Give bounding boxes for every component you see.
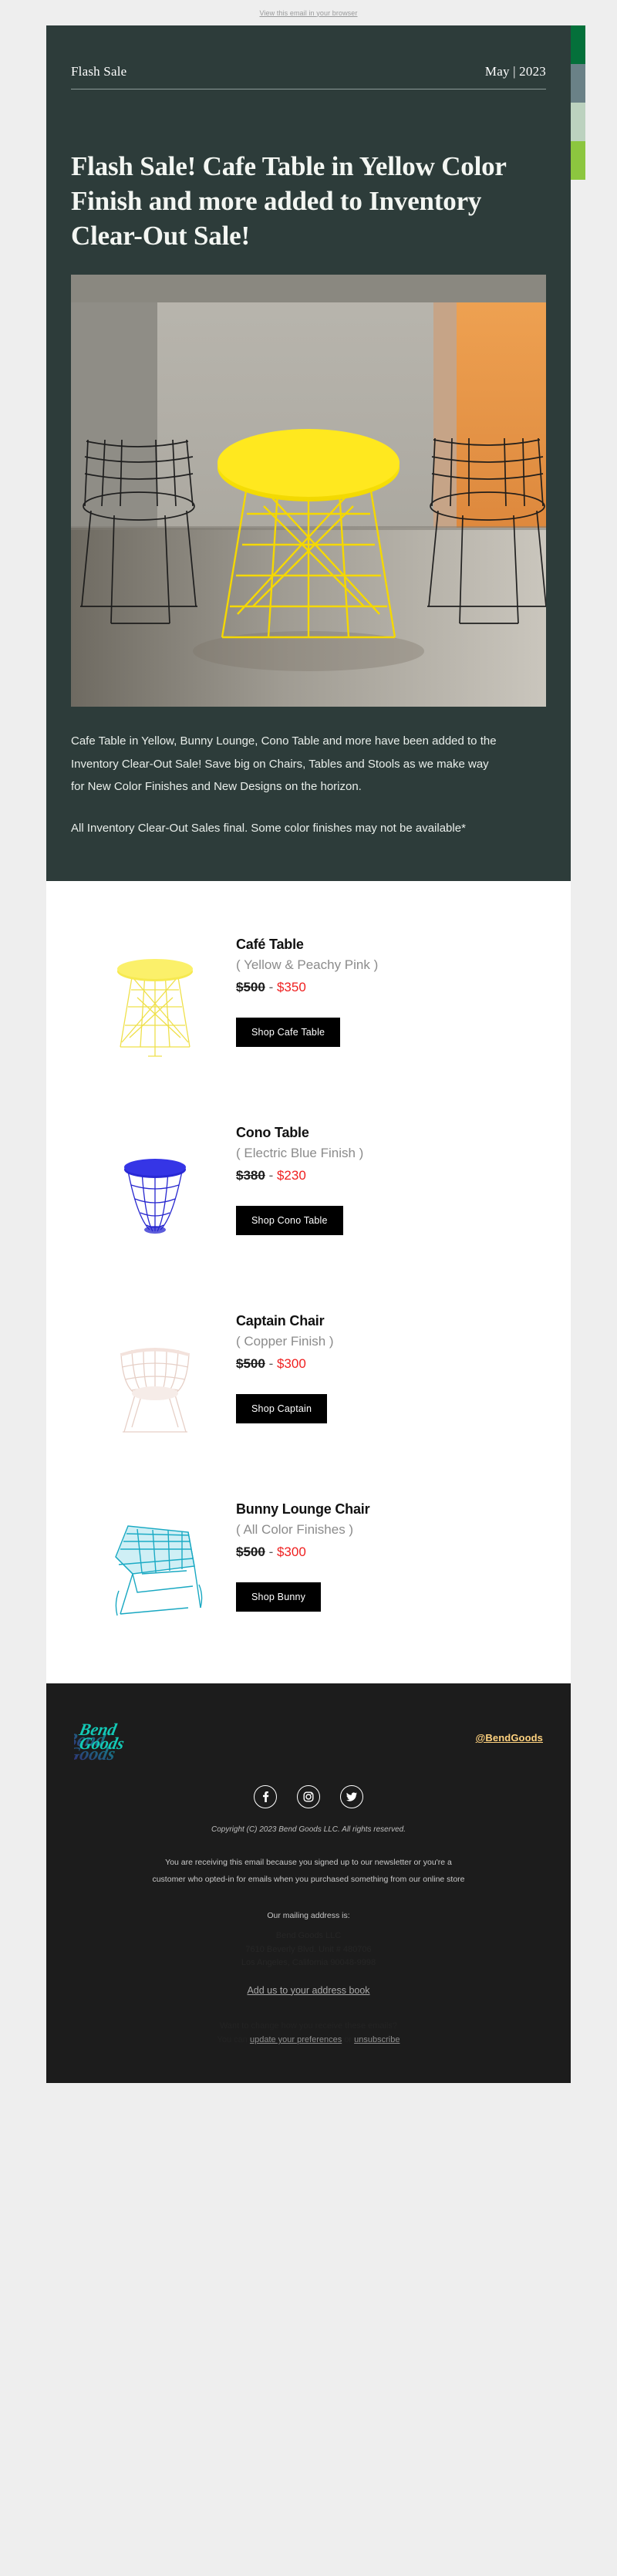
address-line-3: Los Angeles, California 90048-9998 <box>241 1957 376 1967</box>
hero-date-label: May | 2023 <box>484 64 546 79</box>
email-body: Flash Sale May | 2023 Flash Sale! Cafe T… <box>46 25 585 2083</box>
product-title: Cono Table <box>236 1125 309 1141</box>
hero-image[interactable] <box>71 275 546 707</box>
price-separator: - <box>268 980 274 995</box>
hero-paragraph-1: Cafe Table in Yellow, Bunny Lounge, Cono… <box>71 734 497 793</box>
price-sale: $300 <box>276 1545 306 1560</box>
footer-top-row: Bend Goods Bend Goods @BendGoods <box>74 1710 543 1765</box>
product-image-bunny-lounge-chair[interactable] <box>74 1486 236 1640</box>
hero-header-bar: Flash Sale May | 2023 <box>46 25 571 79</box>
price-original: $500 <box>236 1545 265 1560</box>
product-image-cono-table[interactable] <box>74 1109 236 1264</box>
product-list: Café Table ( Yellow & Peachy Pink ) $500… <box>46 881 571 1684</box>
hero-paragraph-2: All Inventory Clear-Out Sales final. Som… <box>71 822 466 836</box>
shop-cono-table-button[interactable]: Shop Cono Table <box>236 1205 343 1235</box>
product-info-captain-chair: Captain Chair ( Copper Finish ) $500 - $… <box>236 1298 543 1423</box>
price-sale: $300 <box>276 1356 306 1372</box>
price-original: $380 <box>236 1168 265 1183</box>
add-to-address-book-link[interactable]: Add us to your address book <box>74 1985 543 1996</box>
address-line-2: 7610 Beverly Blvd. Unit # 480706 <box>245 1944 372 1954</box>
product-title: Captain Chair <box>236 1313 325 1329</box>
hero-headline: Flash Sale! Cafe Table in Yellow Color F… <box>71 151 507 251</box>
hero-copy: Cafe Table in Yellow, Bunny Lounge, Cono… <box>46 707 571 839</box>
preferences-conjunction: or <box>342 2035 355 2045</box>
product-finish: ( Yellow & Peachy Pink ) <box>236 957 379 972</box>
preheader-bar: View this email in your browser <box>0 0 617 25</box>
product-title: Café Table <box>236 937 304 953</box>
unsubscribe-link[interactable]: unsubscribe <box>354 2035 400 2044</box>
product-row-captain-chair: Captain Chair ( Copper Finish ) $500 - $… <box>46 1281 571 1469</box>
social-handle-link[interactable]: @BendGoods <box>476 1732 543 1744</box>
product-row-bunny-lounge-chair: Bunny Lounge Chair ( All Color Finishes … <box>46 1469 571 1657</box>
shop-cafe-table-button[interactable]: Shop Cafe Table <box>236 1017 341 1047</box>
copyright-text: Copyright (C) 2023 Bend Goods LLC. All r… <box>211 1825 406 1835</box>
product-info-bunny-lounge-chair: Bunny Lounge Chair ( All Color Finishes … <box>236 1486 543 1612</box>
product-finish: ( All Color Finishes ) <box>236 1521 354 1537</box>
instagram-icon[interactable] <box>297 1785 320 1809</box>
product-image-cafe-table[interactable] <box>74 921 236 1075</box>
twitter-icon[interactable] <box>340 1785 363 1809</box>
facebook-icon[interactable] <box>254 1785 277 1809</box>
hero-image-wrapper <box>46 275 571 707</box>
address-line-1: Bend Goods LLC <box>275 1931 342 1941</box>
view-in-browser-link[interactable]: View this email in your browser <box>260 9 358 17</box>
price-separator: - <box>268 1356 274 1372</box>
product-row-cono-table: Cono Table ( Electric Blue Finish ) $380… <box>46 1092 571 1281</box>
page-bottom-spacer <box>0 2083 617 2106</box>
swatch-sage <box>571 103 585 141</box>
shop-captain-button[interactable]: Shop Captain <box>236 1393 328 1423</box>
product-row-cafe-table: Café Table ( Yellow & Peachy Pink ) $500… <box>46 904 571 1092</box>
product-price: $500 - $350 <box>236 977 543 998</box>
optin-line-1: You are receiving this email because you… <box>165 1858 452 1868</box>
product-info-cafe-table: Café Table ( Yellow & Peachy Pink ) $500… <box>236 921 543 1047</box>
product-finish: ( Electric Blue Finish ) <box>236 1145 364 1160</box>
product-price: $380 - $230 <box>236 1166 543 1186</box>
product-info-cono-table: Cono Table ( Electric Blue Finish ) $380… <box>236 1109 543 1235</box>
swatch-lime <box>571 141 585 180</box>
swatch-slate <box>571 64 585 103</box>
price-original: $500 <box>236 980 265 995</box>
product-image-captain-chair[interactable] <box>74 1298 236 1452</box>
preferences-block: Want to change how you receive these ema… <box>74 2019 543 2048</box>
mailing-address: Bend Goods LLC 7610 Beverly Blvd. Unit #… <box>74 1929 543 1969</box>
footer: Bend Goods Bend Goods @BendGoods Copyrig… <box>46 1683 571 2083</box>
price-separator: - <box>268 1168 274 1183</box>
mailing-address-label: Our mailing address is: <box>267 1911 350 1921</box>
price-sale: $350 <box>276 980 306 995</box>
shop-bunny-button[interactable]: Shop Bunny <box>236 1582 322 1612</box>
bend-goods-logo[interactable]: Bend Goods Bend Goods <box>74 1712 165 1764</box>
optin-notice: You are receiving this email because you… <box>74 1854 543 1888</box>
hero-section: Flash Sale May | 2023 Flash Sale! Cafe T… <box>46 25 585 882</box>
preferences-question: Want to change how you receive these ema… <box>219 2021 398 2031</box>
product-finish: ( Copper Finish ) <box>236 1333 334 1349</box>
price-separator: - <box>268 1545 274 1560</box>
color-swatch-strip <box>571 25 585 180</box>
product-price: $500 - $300 <box>236 1542 543 1562</box>
social-icon-row <box>74 1785 543 1809</box>
preferences-prefix: You can <box>217 2035 250 2045</box>
hero-brand-label: Flash Sale <box>71 64 127 79</box>
update-preferences-link[interactable]: update your preferences <box>250 2035 342 2044</box>
hero-bottom-spacer <box>46 839 571 879</box>
swatch-dark-green <box>571 25 585 64</box>
price-sale: $230 <box>276 1168 306 1183</box>
optin-line-2: customer who opted-in for emails when yo… <box>152 1875 465 1885</box>
logo-text-line2: Goods <box>78 1734 126 1754</box>
product-title: Bunny Lounge Chair <box>236 1501 370 1518</box>
preferences-actions: You can update your preferences or unsub… <box>74 2033 543 2048</box>
price-original: $500 <box>236 1356 265 1372</box>
product-price: $500 - $300 <box>236 1354 543 1374</box>
